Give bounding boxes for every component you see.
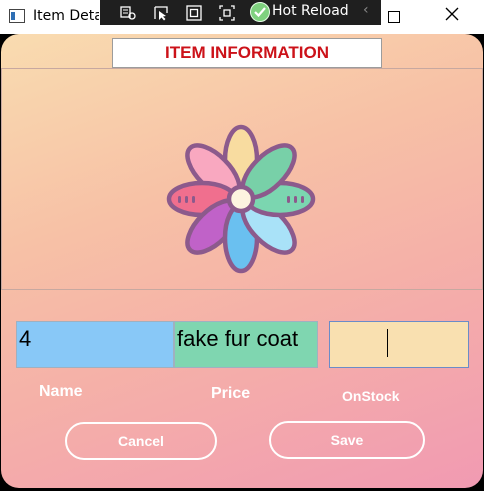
xaml-debug-toolbar: Hot Reload ‹ (100, 0, 381, 25)
window-title: Item Deta (33, 8, 99, 24)
app-icon (9, 9, 25, 23)
window-client-area: ITEM INFORMATION 4 fake fur coat Name Pr… (0, 34, 484, 491)
name-label: Name (39, 383, 83, 400)
text-caret (387, 329, 388, 357)
page-title: ITEM INFORMATION (165, 43, 329, 62)
chevron-left-icon[interactable]: ‹ (363, 2, 369, 18)
track-focus-icon[interactable] (217, 3, 237, 22)
live-visual-tree-icon[interactable] (118, 3, 138, 22)
maximize-icon[interactable] (388, 11, 400, 23)
price-field[interactable]: fake fur coat (174, 321, 318, 368)
select-element-icon[interactable] (151, 3, 171, 22)
item-form-panel: ITEM INFORMATION 4 fake fur coat Name Pr… (1, 34, 483, 488)
title-bar: Item Deta Hot Reload ‹ (0, 0, 484, 34)
flower-image (166, 124, 316, 274)
hot-reload-check-icon[interactable] (250, 2, 270, 22)
item-image-area (1, 68, 483, 290)
hot-reload-button[interactable]: Hot Reload (272, 3, 349, 19)
onstock-field[interactable] (329, 321, 469, 368)
price-label: Price (211, 385, 251, 402)
display-layout-adorners-icon[interactable] (184, 3, 204, 22)
cancel-button[interactable]: Cancel (65, 422, 217, 460)
onstock-label: OnStock (342, 388, 400, 404)
save-button[interactable]: Save (269, 421, 425, 459)
heading-box: ITEM INFORMATION (112, 38, 382, 68)
name-field[interactable]: 4 (16, 321, 174, 368)
close-icon[interactable] (444, 6, 460, 22)
